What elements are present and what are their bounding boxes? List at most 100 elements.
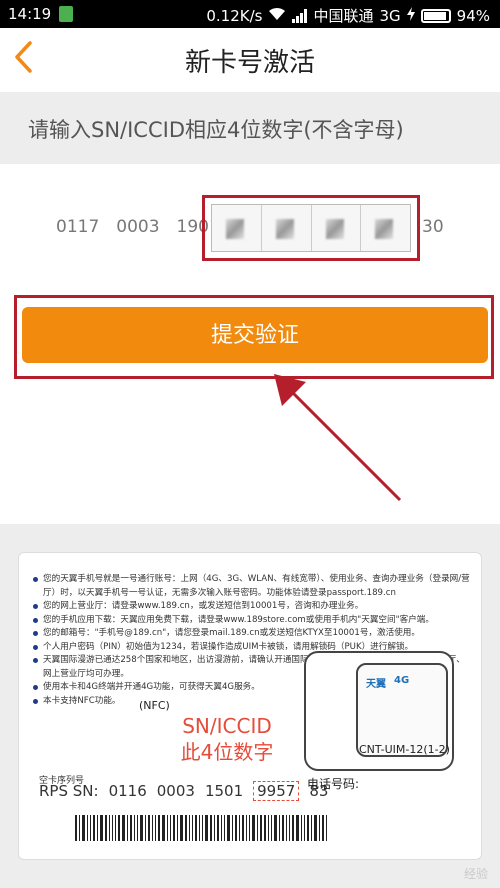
rps-highlight: 9957 — [253, 781, 300, 801]
barcode-stripe — [145, 815, 146, 841]
barcode-stripe — [301, 815, 302, 841]
chip-brand: 天翼 — [366, 679, 386, 690]
barcode-stripe — [221, 815, 222, 841]
barcode-stripe — [177, 815, 178, 841]
barcode-stripe — [205, 815, 208, 841]
barcode-stripe — [249, 815, 250, 841]
callout-line-1: SN/ICCID — [182, 714, 272, 738]
barcode-stripe — [97, 815, 98, 841]
barcode-stripe — [296, 815, 299, 841]
battery-saver-icon — [59, 6, 74, 22]
digit-input-group — [211, 204, 411, 252]
status-time: 14:19 — [8, 5, 52, 23]
barcode-stripe — [322, 815, 324, 841]
barcode-stripe — [167, 815, 168, 841]
note-item: 您的天翼手机号就是一号通行账号：上网（4G、3G、WLAN、有线宽带）、使用业务… — [33, 573, 473, 600]
barcode-stripe — [87, 815, 88, 841]
barcode-stripe — [173, 815, 175, 841]
barcode-stripe — [162, 815, 165, 841]
watermark: 经验 — [463, 867, 488, 881]
barcode-stripe — [314, 815, 317, 841]
barcode-stripe — [100, 815, 103, 841]
barcode-stripe — [274, 815, 277, 841]
wifi-icon — [268, 7, 286, 25]
barcode-stripe — [210, 815, 212, 841]
barcode-stripe — [195, 815, 197, 841]
barcode-stripe — [134, 815, 135, 841]
barcode-stripe — [214, 815, 215, 841]
barcode-stripe — [257, 815, 258, 841]
digit-input[interactable] — [262, 205, 312, 251]
digit-input[interactable] — [361, 205, 410, 251]
barcode-stripe — [112, 815, 113, 841]
barcode-stripe — [246, 815, 247, 841]
barcode-stripe — [189, 815, 190, 841]
barcode-stripe — [93, 815, 95, 841]
nav-bar: 新卡号激活 — [0, 28, 500, 92]
barcode-stripe — [235, 815, 237, 841]
phone-label: 电话号码: — [307, 777, 360, 791]
digit-input[interactable] — [312, 205, 362, 251]
rps-sn-line: RPS SN: 0116 0003 1501 9957 83 — [39, 781, 328, 801]
barcode-stripe — [304, 815, 305, 841]
barcode-stripe — [286, 815, 287, 841]
submit-button[interactable]: 提交验证 — [22, 307, 488, 363]
barcode-stripe — [127, 815, 128, 841]
barcode-stripe — [118, 815, 120, 841]
barcode-stripe — [271, 815, 272, 841]
barcode-stripe — [311, 815, 312, 841]
barcode-stripe — [115, 815, 116, 841]
barcode-stripe — [105, 815, 107, 841]
barcode-stripe — [252, 815, 255, 841]
barcode-stripe — [82, 815, 85, 841]
barcode-stripe — [289, 815, 290, 841]
barcode-stripe — [140, 815, 143, 841]
barcode-stripe — [282, 815, 284, 841]
barcode-stripe — [260, 815, 262, 841]
barcode-stripe — [202, 815, 203, 841]
barcode-stripe — [239, 815, 240, 841]
sim-card-area: 您的天翼手机号就是一号通行账号：上网（4G、3G、WLAN、有线宽带）、使用业务… — [0, 524, 500, 888]
network-speed: 0.12K/s — [206, 6, 263, 25]
sim-card-image: 您的天翼手机号就是一号通行账号：上网（4G、3G、WLAN、有线宽带）、使用业务… — [18, 552, 482, 860]
barcode-stripe — [224, 815, 225, 841]
barcode-stripe — [192, 815, 193, 841]
input-card: 0117 0003 1901 30 提交验证 — [0, 164, 500, 524]
chip-4g-label: 4G — [394, 675, 410, 686]
barcode-stripe — [279, 815, 280, 841]
highlight-box — [202, 195, 420, 261]
barcode-stripe — [217, 815, 219, 841]
sn-callout: SN/ICCID 此4位数字 — [167, 713, 287, 773]
barcode-stripe — [185, 815, 187, 841]
barcode-stripe — [122, 815, 125, 841]
submit-highlight-box: 提交验证 — [14, 295, 494, 379]
digit-input[interactable] — [212, 205, 262, 251]
sn-suffix: 30 — [422, 217, 444, 237]
barcode-stripe — [90, 815, 91, 841]
barcode-stripe — [75, 815, 77, 841]
sn-group: 0117 — [56, 217, 100, 237]
rps-group: 1501 — [204, 782, 244, 800]
barcode-stripe — [158, 815, 160, 841]
battery-icon — [420, 8, 451, 23]
barcode-stripe — [180, 815, 183, 841]
sn-group: 0003 — [116, 217, 160, 237]
signal-icon — [292, 8, 308, 23]
rps-group: 0116 — [108, 782, 147, 800]
barcode-stripe — [170, 815, 171, 841]
barcode-stripe — [199, 815, 200, 841]
barcode-stripe — [148, 815, 150, 841]
barcode-stripe — [326, 815, 327, 841]
barcode-stripe — [242, 815, 244, 841]
battery-level: 94% — [456, 6, 490, 25]
status-bar: 14:19 0.12K/s 中国联通 3G 94% — [0, 0, 500, 28]
barcode-stripe — [137, 815, 138, 841]
nfc-label: (NFC) — [139, 699, 170, 712]
network-type: 3G — [379, 6, 401, 25]
barcode-stripe — [227, 815, 230, 841]
barcode-stripe — [155, 815, 156, 841]
input-hint: 请输入SN/ICCID相应4位数字(不含字母) — [28, 118, 404, 142]
rps-group: 0003 — [156, 782, 195, 800]
barcode-stripe — [307, 815, 309, 841]
note-item: 您的手机应用下载：天翼应用免费下载，请登录www.189store.com或使用… — [33, 614, 473, 628]
